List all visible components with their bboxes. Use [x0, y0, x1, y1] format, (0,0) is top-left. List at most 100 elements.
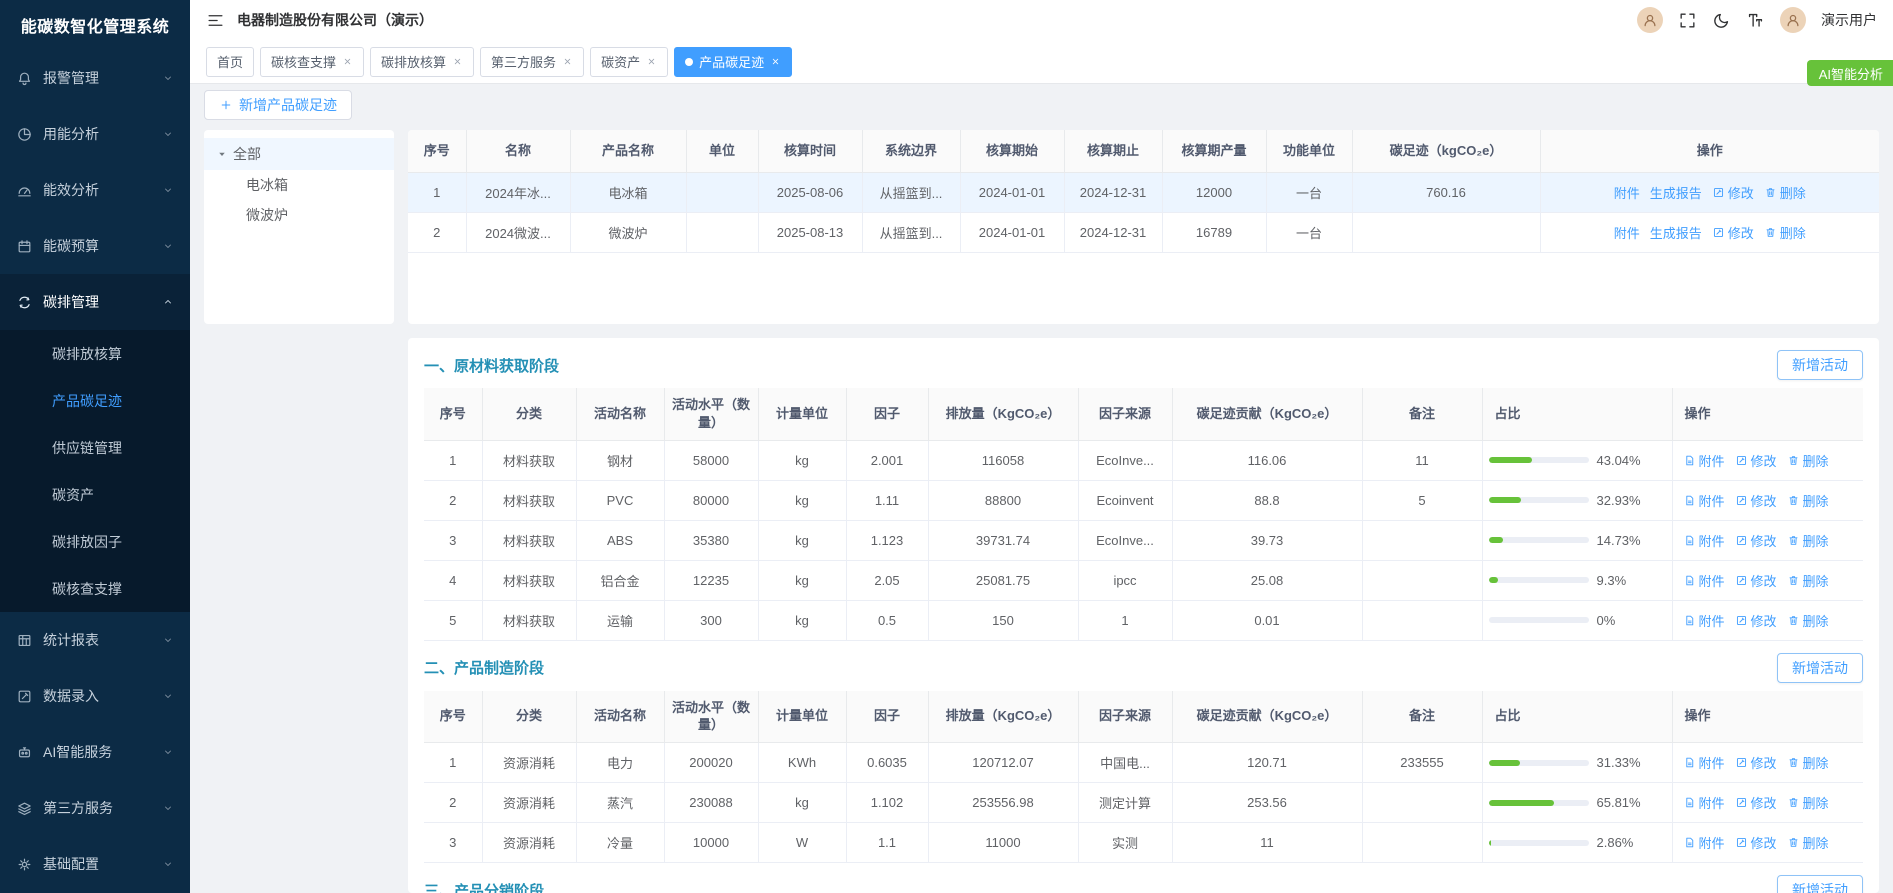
edit-link[interactable]: 修改 [1735, 451, 1777, 470]
attachment-link[interactable]: 附件 [1683, 491, 1725, 510]
avatar[interactable] [1637, 7, 1663, 33]
product-row[interactable]: 1 2024年冰... 电冰箱 2025-08-06 从摇篮到... 2024-01-01… [408, 172, 1879, 213]
ai-analysis-button[interactable]: AI智能分析 [1806, 60, 1893, 86]
tab-close-icon[interactable] [562, 56, 573, 67]
delete-link[interactable]: 删除 [1787, 611, 1829, 630]
edit-link[interactable]: 修改 [1735, 833, 1777, 852]
delete-link[interactable]: 删除 [1787, 793, 1829, 812]
dark-mode-icon[interactable] [1712, 11, 1731, 30]
pen-icon [1735, 756, 1748, 769]
delete-link[interactable]: 删除 [1787, 753, 1829, 772]
sidebar-item-efficiency[interactable]: 能效分析 [0, 162, 190, 218]
sidebar-subitem-carbon-accounting[interactable]: 碳排放核算 [0, 330, 190, 377]
tree-leaf[interactable]: 电冰箱 [204, 170, 394, 200]
attachment-link[interactable]: 附件 [1683, 753, 1725, 772]
attachment-link[interactable]: 附件 [1683, 793, 1725, 812]
delete-link[interactable]: 删除 [1764, 183, 1806, 202]
progress-fill [1488, 759, 1520, 766]
tree-node-all[interactable]: 全部 [204, 138, 394, 170]
delete-link[interactable]: 删除 [1764, 223, 1806, 242]
sidebar-item-ai-service[interactable]: AI智能服务 [0, 724, 190, 780]
progress-percent: 43.04% [1596, 452, 1641, 468]
sidebar-item-third-party[interactable]: 第三方服务 [0, 780, 190, 836]
bell-icon [16, 70, 33, 87]
cell: 253.56 [1172, 782, 1363, 823]
column-header: 活动水平（数量） [664, 388, 759, 441]
sidebar-subitem-emission-factor[interactable]: 碳排放因子 [0, 518, 190, 565]
cell: ABS [576, 520, 665, 561]
add-activity-button[interactable]: 新增活动 [1777, 652, 1863, 683]
delete-link[interactable]: 删除 [1787, 571, 1829, 590]
progress-percent: 9.3% [1596, 572, 1627, 588]
sidebar-item-carbon-mgmt[interactable]: 碳排管理 [0, 274, 190, 330]
tab-carbon-accounting[interactable]: 碳排放核算 [370, 46, 475, 77]
edit-link[interactable]: 修改 [1712, 223, 1754, 242]
add-activity-button[interactable]: 新增活动 [1777, 350, 1863, 380]
sidebar-item-alarm[interactable]: 报警管理 [0, 50, 190, 106]
sidebar-item-reports[interactable]: 统计报表 [0, 612, 190, 668]
sidebar-subitem-carbon-asset[interactable]: 碳资产 [0, 471, 190, 518]
tab-close-icon[interactable] [342, 56, 353, 67]
tab-third-party[interactable]: 第三方服务 [480, 46, 585, 77]
tab-carbon-verification[interactable]: 碳核查支撑 [260, 46, 365, 77]
action-label: 删除 [1802, 836, 1829, 851]
row-actions: 附件 修改 删除 [1672, 742, 1863, 783]
attachment-link[interactable]: 附件 [1614, 183, 1640, 202]
add-activity-button[interactable]: 新增活动 [1777, 875, 1863, 893]
tab-close-icon[interactable] [646, 56, 657, 67]
product-row[interactable]: 2 2024微波... 微波炉 2025-08-13 从摇篮到... 2024-01-01… [408, 212, 1879, 253]
progress-bar: 31.33% [1488, 755, 1666, 770]
cell: 80000 [664, 480, 759, 521]
progress-bar: 65.81% [1488, 795, 1666, 810]
delete-link[interactable]: 删除 [1787, 531, 1829, 550]
sidebar-item-data-entry[interactable]: 数据录入 [0, 668, 190, 724]
tree-leaf[interactable]: 微波炉 [204, 200, 394, 230]
sidebar-subitem-supply-chain[interactable]: 供应链管理 [0, 424, 190, 471]
tab-close-icon[interactable] [770, 56, 781, 67]
sidebar-subitem-product-footprint[interactable]: 产品碳足迹 [0, 377, 190, 424]
attachment-link[interactable]: 附件 [1683, 833, 1725, 852]
delete-link[interactable]: 删除 [1787, 451, 1829, 470]
font-size-icon[interactable] [1746, 11, 1765, 30]
action-label: 修改 [1750, 573, 1777, 589]
column-header: 碳足迹贡献（KgCO₂e） [1172, 690, 1363, 743]
edit-link[interactable]: 修改 [1712, 183, 1754, 202]
attachment-link[interactable]: 附件 [1683, 571, 1725, 590]
add-product-footprint-button[interactable]: 新增产品碳足迹 [204, 90, 352, 120]
share-cell: 65.81% [1482, 782, 1673, 823]
stage-section-2: 二、产品制造阶段 新增活动 序号 分类 活动名称 活动水平（数量） 计量单位 因子 排放量（Kg… [424, 651, 1863, 863]
doc-icon [1683, 614, 1696, 627]
edit-link[interactable]: 修改 [1735, 531, 1777, 550]
attachment-link[interactable]: 附件 [1683, 451, 1725, 470]
tab-home[interactable]: 首页 [206, 46, 255, 77]
delete-link[interactable]: 删除 [1787, 833, 1829, 852]
cell: 材料获取 [482, 560, 577, 601]
tab-product-footprint[interactable]: 产品碳足迹 [674, 46, 793, 77]
attachment-link[interactable]: 附件 [1683, 611, 1725, 630]
collapse-sidebar-icon[interactable] [206, 11, 225, 30]
doc-icon [1683, 494, 1696, 507]
sidebar-item-carbon-budget[interactable]: 能碳预算 [0, 218, 190, 274]
sidebar-subitem-verification-support[interactable]: 碳核查支撑 [0, 565, 190, 612]
edit-link[interactable]: 修改 [1735, 611, 1777, 630]
attachment-link[interactable]: 附件 [1683, 531, 1725, 550]
fullscreen-icon[interactable] [1678, 11, 1697, 30]
progress-percent: 65.81% [1596, 795, 1641, 810]
chevdown-icon [162, 128, 174, 140]
user-avatar[interactable] [1780, 7, 1806, 33]
cell: 1 [424, 742, 483, 783]
attachment-link[interactable]: 附件 [1614, 223, 1640, 242]
sidebar-item-energy-use[interactable]: 用能分析 [0, 106, 190, 162]
tab-close-icon[interactable] [452, 56, 463, 67]
edit-link[interactable]: 修改 [1735, 571, 1777, 590]
sidebar-item-base-config[interactable]: 基础配置 [0, 836, 190, 892]
generate-report-link[interactable]: 生成报告 [1650, 183, 1702, 202]
edit-link[interactable]: 修改 [1735, 753, 1777, 772]
edit-link[interactable]: 修改 [1735, 491, 1777, 510]
tab-carbon-asset[interactable]: 碳资产 [590, 46, 669, 77]
tab-label: 第三方服务 [491, 55, 557, 70]
delete-link[interactable]: 删除 [1787, 491, 1829, 510]
edit-link[interactable]: 修改 [1735, 793, 1777, 812]
cell: 资源消耗 [482, 782, 577, 823]
generate-report-link[interactable]: 生成报告 [1650, 223, 1702, 242]
